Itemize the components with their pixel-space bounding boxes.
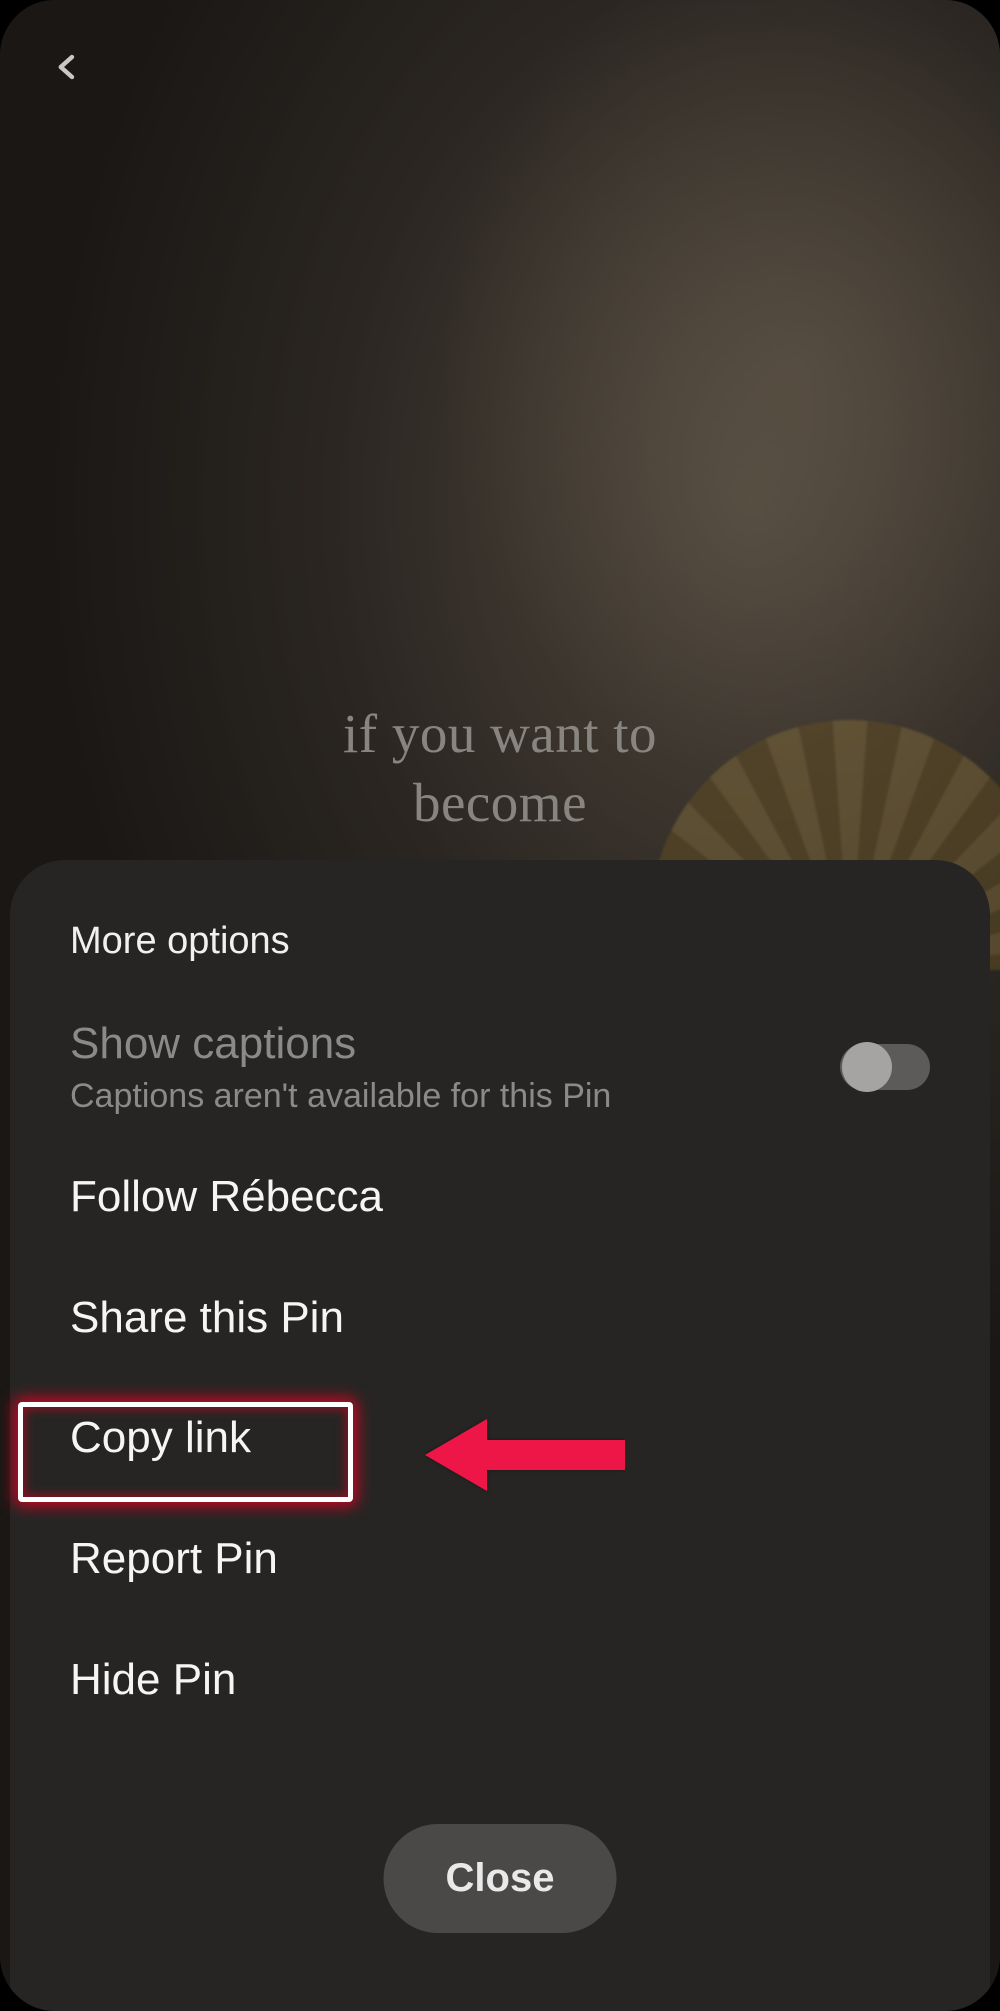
close-button[interactable]: Close xyxy=(384,1824,617,1933)
captions-label: Show captions xyxy=(70,1018,611,1071)
report-pin-item[interactable]: Report Pin xyxy=(70,1533,930,1586)
back-button[interactable] xyxy=(42,42,92,92)
chevron-left-icon xyxy=(52,46,82,88)
follow-user-item[interactable]: Follow Rébecca xyxy=(70,1171,930,1224)
sheet-title: More options xyxy=(70,920,930,963)
share-pin-item[interactable]: Share this Pin xyxy=(70,1292,930,1345)
captions-text: Show captions Captions aren't available … xyxy=(70,1018,611,1116)
more-options-sheet: More options Show captions Captions aren… xyxy=(10,860,990,2011)
copy-link-item[interactable]: Copy link xyxy=(70,1412,930,1465)
show-captions-row: Show captions Captions aren't available … xyxy=(70,1018,930,1116)
app-screen: if you want to become More options Show … xyxy=(0,0,1000,2011)
captions-toggle[interactable] xyxy=(840,1044,930,1090)
hide-pin-item[interactable]: Hide Pin xyxy=(70,1654,930,1707)
captions-sublabel: Captions aren't available for this Pin xyxy=(70,1077,611,1116)
toggle-knob xyxy=(842,1042,892,1092)
